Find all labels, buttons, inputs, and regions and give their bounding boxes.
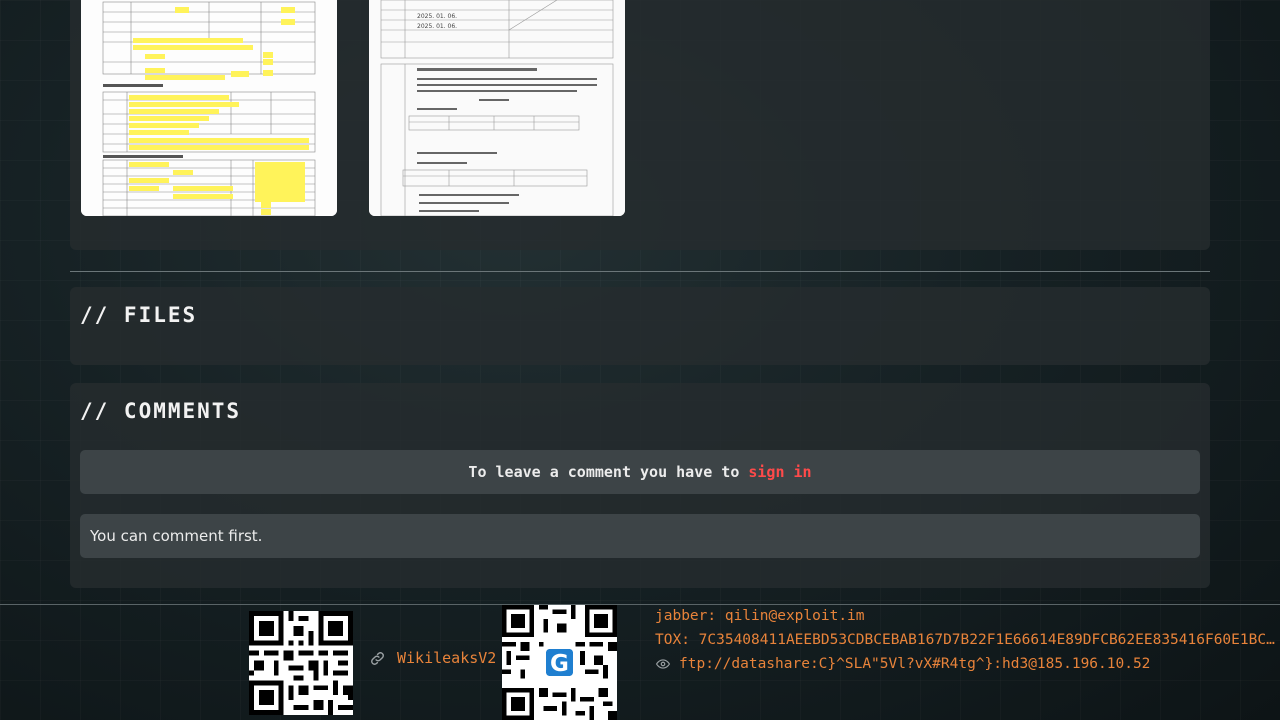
files-panel: [70, 287, 1210, 365]
footer-divider: [0, 604, 1280, 605]
signin-prompt-text: To leave a comment you have to: [468, 463, 740, 481]
doc2-date-2: 2025. 01. 06.: [417, 23, 457, 30]
document-thumbnail-1[interactable]: [81, 0, 337, 216]
ftp-link[interactable]: ftp://datashare:C}^SLA"5Vl?vX#R4tg^}:hd3…: [655, 656, 1275, 672]
doc2-date-1: 2025. 01. 06.: [417, 13, 457, 20]
section-divider: [70, 271, 1210, 272]
wikileaks-link[interactable]: WikileaksV2: [369, 649, 496, 667]
tox-contact[interactable]: TOX: 7C35408411AEEBD53CDBCEBAB167D7B22F1…: [655, 632, 1275, 648]
ftp-link-text: ftp://datashare:C}^SLA"5Vl?vX#R4tg^}:hd3…: [679, 656, 1151, 672]
qr-code-2-image: G: [502, 605, 617, 720]
document-scan-1: [81, 0, 337, 216]
qr-code-1: [249, 611, 353, 715]
eye-icon: [655, 657, 671, 671]
document-scan-2: 2025. 01. 06. 2025. 01. 06.: [369, 0, 625, 216]
empty-comments-message: You can comment first.: [80, 514, 1200, 558]
sign-in-link[interactable]: sign in: [748, 463, 811, 481]
link-icon: [369, 650, 386, 667]
comments-heading: // COMMENTS: [80, 399, 242, 423]
wikileaks-label: WikileaksV2: [397, 649, 497, 667]
qr-code-1-image: [249, 611, 353, 715]
signin-prompt: To leave a comment you have to sign in: [80, 450, 1200, 494]
jabber-contact[interactable]: jabber: qilin@exploit.im: [655, 608, 1275, 624]
qr-code-2: G: [502, 605, 617, 720]
document-thumbnail-2[interactable]: 2025. 01. 06. 2025. 01. 06.: [369, 0, 625, 216]
files-heading: // FILES: [80, 303, 198, 327]
svg-text:G: G: [550, 651, 569, 677]
